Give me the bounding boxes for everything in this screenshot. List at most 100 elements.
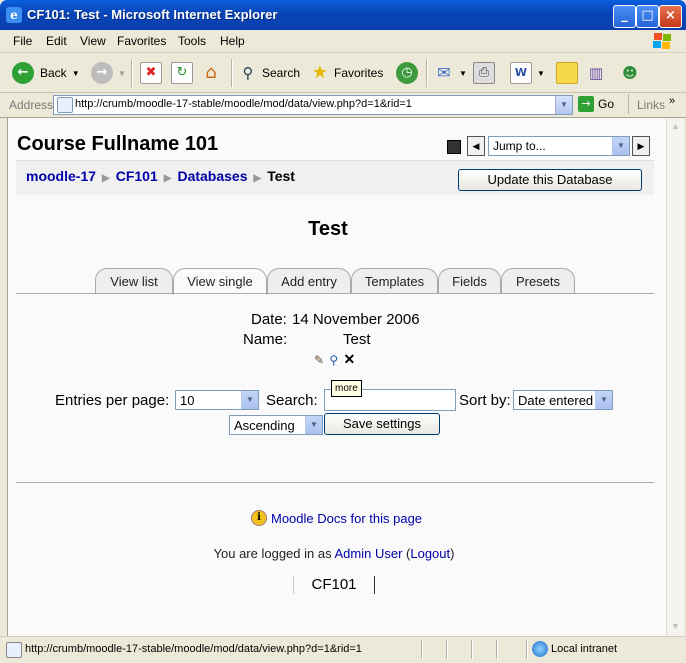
scroll-down-icon[interactable]: ▼ bbox=[668, 619, 683, 634]
tooltip: more bbox=[331, 380, 362, 397]
save-icon[interactable] bbox=[447, 140, 461, 154]
breadcrumb-course[interactable]: CF101 bbox=[116, 168, 158, 184]
ie-icon: e bbox=[6, 7, 22, 23]
course-title: Course Fullname 101 bbox=[17, 133, 219, 155]
edit-word-button[interactable]: W ▼ bbox=[510, 59, 545, 87]
forward-button[interactable]: → ▼ bbox=[91, 59, 126, 87]
breadcrumb-databases[interactable]: Databases bbox=[177, 168, 247, 184]
footer-course-link[interactable]: CF101 bbox=[293, 576, 375, 594]
messenger-icon: ☻ bbox=[622, 64, 638, 82]
name-label: Name: bbox=[243, 331, 288, 348]
status-divider bbox=[421, 640, 423, 659]
chevron-down-icon: ▼ bbox=[241, 391, 258, 409]
sort-by-select[interactable]: Date entered ▼ bbox=[513, 390, 613, 410]
links-button[interactable]: Links bbox=[637, 98, 665, 112]
stop-icon: ✖ bbox=[140, 62, 162, 84]
chevron-down-icon: ▼ bbox=[595, 391, 612, 409]
menu-view[interactable]: View bbox=[80, 34, 106, 48]
chevron-down-icon: ▼ bbox=[71, 68, 80, 78]
menu-file[interactable]: File bbox=[13, 34, 32, 48]
maximize-button[interactable]: □ bbox=[636, 5, 659, 28]
status-divider bbox=[471, 640, 473, 659]
refresh-button[interactable]: ↻ bbox=[171, 59, 193, 87]
chevron-down-icon: ▼ bbox=[612, 137, 629, 155]
delete-icon[interactable]: ✕ bbox=[344, 351, 356, 367]
sort-by-label: Sort by: bbox=[459, 392, 511, 409]
menu-bar: File Edit View Favorites Tools Help bbox=[0, 30, 686, 53]
tab-templates[interactable]: Templates bbox=[351, 268, 438, 294]
scroll-up-icon[interactable]: ▲ bbox=[668, 119, 683, 134]
home-button[interactable]: ⌂ bbox=[201, 59, 221, 87]
search-label: Search: bbox=[266, 392, 318, 409]
menu-tools[interactable]: Tools bbox=[178, 34, 206, 48]
tab-fields[interactable]: Fields bbox=[438, 268, 501, 294]
edit-icon[interactable]: ✎ bbox=[314, 353, 324, 367]
search-icon[interactable]: ⚲ bbox=[329, 353, 338, 367]
forward-arrow-icon: → bbox=[91, 62, 113, 84]
globe-icon bbox=[532, 641, 548, 657]
breadcrumb-current: Test bbox=[267, 168, 295, 184]
menu-help[interactable]: Help bbox=[220, 34, 245, 48]
status-bar: http://crumb/moodle-17-stable/moodle/mod… bbox=[0, 636, 686, 663]
jump-to-select[interactable]: Jump to... ▼ bbox=[488, 136, 630, 156]
chevron-down-icon: ▼ bbox=[537, 68, 545, 78]
toolbar: ← Back ▼ → ▼ ✖ ↻ ⌂ ⚲ Search ★ Favorites … bbox=[0, 53, 686, 93]
date-label: Date: bbox=[251, 311, 287, 328]
discuss-button[interactable] bbox=[556, 59, 578, 87]
chevron-down-icon: ▼ bbox=[305, 416, 322, 434]
window-title: CF101: Test - Microsoft Internet Explore… bbox=[27, 7, 278, 22]
prev-activity-button[interactable]: ◀ bbox=[467, 136, 485, 156]
messenger-button[interactable]: ☻ bbox=[620, 59, 640, 87]
footer-divider bbox=[16, 482, 654, 483]
stop-button[interactable]: ✖ bbox=[140, 59, 162, 87]
research-button[interactable]: ▥ bbox=[586, 59, 606, 87]
sort-order-select[interactable]: Ascending ▼ bbox=[229, 415, 323, 435]
back-arrow-icon: ← bbox=[12, 62, 34, 84]
moodle-docs-link[interactable]: i Moodle Docs for this page bbox=[251, 510, 422, 526]
entry-actions: ✎ ⚲ ✕ bbox=[314, 351, 355, 368]
history-button[interactable]: ◷ bbox=[396, 59, 418, 87]
login-info: You are logged in as Admin User (Logout) bbox=[213, 546, 455, 561]
tab-view-single[interactable]: View single bbox=[173, 268, 267, 295]
tab-presets[interactable]: Presets bbox=[501, 268, 575, 294]
mail-button[interactable]: ✉ ▼ bbox=[434, 59, 467, 87]
address-bar: Address http://crumb/moodle-17-stable/mo… bbox=[0, 93, 686, 118]
print-button[interactable]: ⎙ bbox=[473, 59, 495, 87]
address-dropdown-icon[interactable]: ▼ bbox=[555, 96, 572, 114]
navigation-bar: moodle-17 ▶ CF101 ▶ Databases ▶ Test Update th… bbox=[16, 160, 654, 195]
chevron-down-icon: ▼ bbox=[459, 68, 467, 78]
database-title: Test bbox=[308, 218, 348, 240]
next-activity-button[interactable]: ▶ bbox=[632, 136, 650, 156]
tab-add-entry[interactable]: Add entry bbox=[267, 268, 351, 294]
favorites-button[interactable]: ★ Favorites bbox=[310, 59, 383, 87]
go-button[interactable]: → Go bbox=[578, 96, 614, 112]
tab-view-list[interactable]: View list bbox=[95, 268, 173, 294]
search-button[interactable]: ⚲ Search bbox=[238, 59, 301, 87]
refresh-icon: ↻ bbox=[171, 62, 193, 84]
breadcrumb-site[interactable]: moodle-17 bbox=[26, 168, 96, 184]
breadcrumb-arrow-icon: ▶ bbox=[102, 173, 110, 184]
menu-favorites[interactable]: Favorites bbox=[117, 34, 166, 48]
tab-row: View list View single Add entry Template… bbox=[16, 268, 654, 295]
menu-edit[interactable]: Edit bbox=[46, 34, 67, 48]
info-icon: i bbox=[251, 510, 267, 526]
user-link[interactable]: Admin User bbox=[334, 546, 402, 561]
entries-per-page-select[interactable]: 10 ▼ bbox=[175, 390, 259, 410]
logout-link[interactable]: Logout bbox=[410, 546, 450, 561]
address-input[interactable]: http://crumb/moodle-17-stable/moodle/mod… bbox=[53, 95, 573, 115]
mail-icon: ✉ bbox=[437, 63, 451, 82]
tab-divider bbox=[16, 293, 654, 294]
status-divider bbox=[526, 640, 528, 659]
save-settings-button[interactable]: Save settings bbox=[324, 413, 440, 435]
back-button[interactable]: ← Back ▼ bbox=[12, 59, 80, 87]
toolbar-separator bbox=[426, 59, 428, 87]
search-icon: ⚲ bbox=[242, 64, 254, 82]
breadcrumb-arrow-icon: ▶ bbox=[163, 173, 172, 184]
minimize-button[interactable]: _ bbox=[613, 5, 636, 28]
close-button[interactable]: × bbox=[659, 5, 682, 28]
vertical-scrollbar[interactable]: ▲ ▼ bbox=[666, 118, 684, 636]
update-database-button[interactable]: Update this Database bbox=[458, 169, 642, 191]
chevron-right-icon[interactable]: » bbox=[669, 95, 675, 107]
toolbar-separator bbox=[131, 59, 133, 87]
history-icon: ◷ bbox=[396, 62, 418, 84]
